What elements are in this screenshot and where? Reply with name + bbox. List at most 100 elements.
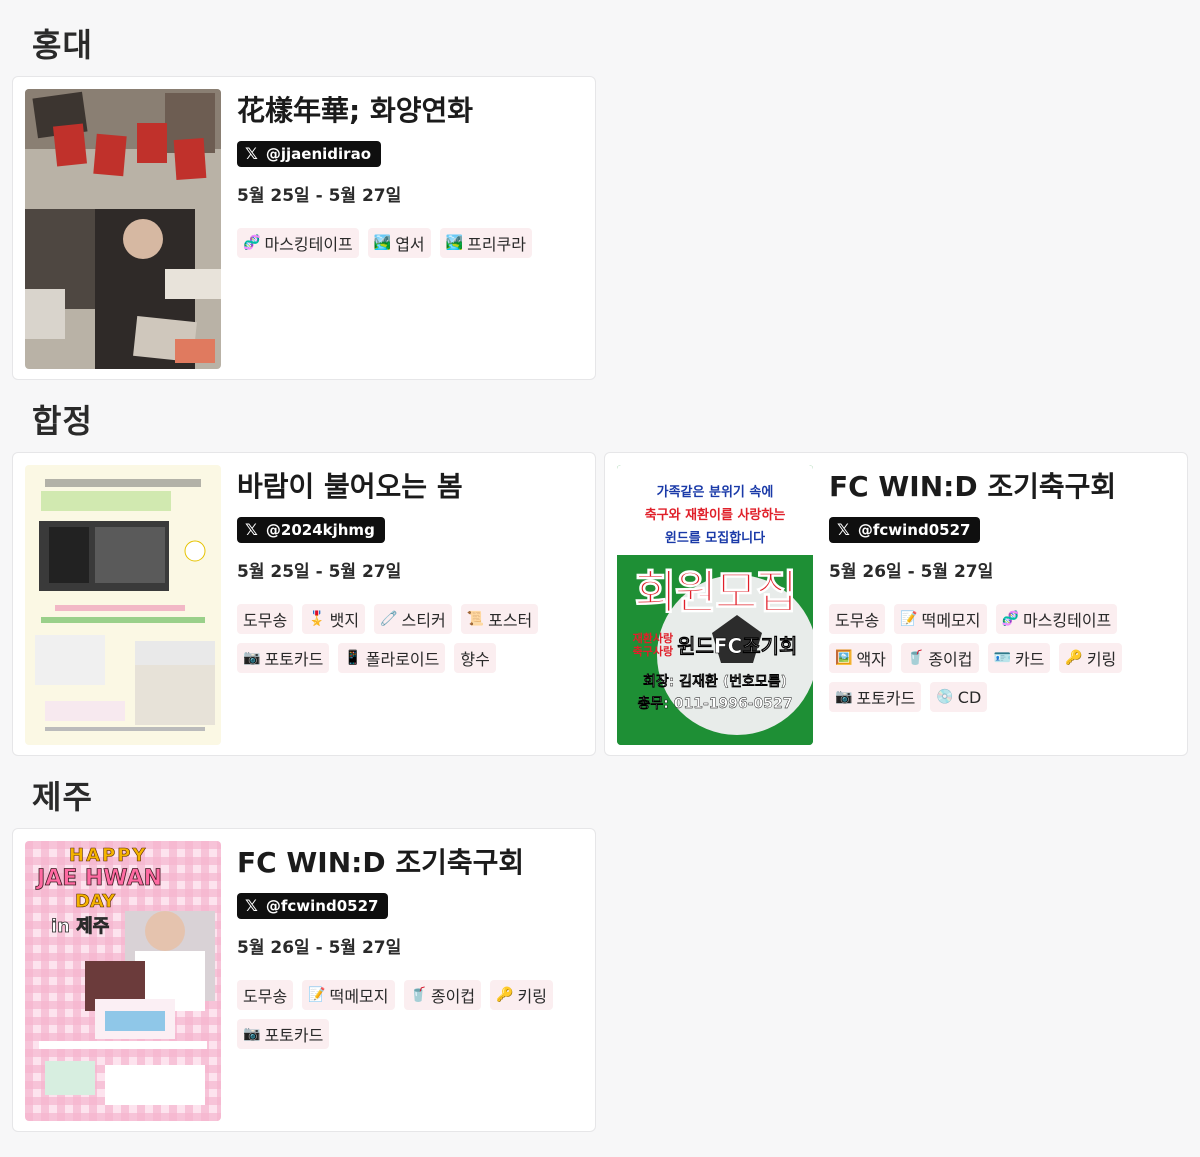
goods-tag-label: 프리쿠라 bbox=[467, 235, 526, 254]
goods-tag-icon: 🧷 bbox=[380, 611, 398, 627]
goods-tag[interactable]: 향수 bbox=[454, 643, 496, 673]
section-title-hapjeong: 합정 bbox=[32, 402, 93, 440]
goods-tag-icon: 🪪 bbox=[993, 650, 1011, 666]
goods-tag-label: 도무송 bbox=[243, 611, 288, 630]
goods-tag[interactable]: 도무송 bbox=[237, 604, 294, 634]
goods-tag-label: 도무송 bbox=[835, 611, 880, 630]
poster-headline: 회원모집 bbox=[634, 565, 798, 620]
goods-tag-label: 포토카드 bbox=[264, 1026, 324, 1045]
poster-text-line: 윈드FC조기회 bbox=[677, 634, 798, 659]
poster-text-line: DAY bbox=[75, 891, 116, 913]
goods-tag-label: 카드 bbox=[1014, 650, 1045, 669]
goods-tag-list: 도무송 📝 떡메모지 🧬 마스킹테이프 🖼️ 액자 🥤 종이컵 🪪 카드 🔑 키링 📷 포토카드 💿 CD bbox=[829, 604, 1175, 712]
goods-tag-icon: 🖼️ bbox=[835, 650, 853, 666]
x-handle-text: @fcwind0527 bbox=[857, 521, 971, 539]
poster-text-line: 재환사랑 bbox=[632, 631, 674, 645]
x-handle-text: @2024kjhmg bbox=[265, 521, 375, 539]
poster-text-line: JAE HWAN bbox=[37, 866, 163, 892]
x-handle-text: @jjaenidirao bbox=[265, 145, 371, 163]
x-logo-icon: 𝕏 bbox=[245, 896, 258, 915]
poster-text-line: HAPPY bbox=[69, 845, 148, 867]
goods-tag-label: 마스킹테이프 bbox=[264, 235, 353, 254]
event-title: FC WIN:D 조기축구회 bbox=[829, 470, 1117, 503]
goods-tag-icon: 📷 bbox=[835, 689, 853, 705]
goods-tag-icon: 🧬 bbox=[1001, 611, 1019, 627]
goods-tag[interactable]: 🏞️ 엽서 bbox=[367, 228, 431, 258]
goods-tag[interactable]: 📜 포스터 bbox=[460, 604, 539, 634]
goods-tag-icon: 🔑 bbox=[496, 987, 514, 1003]
goods-tag-icon: 🥤 bbox=[409, 987, 427, 1003]
goods-tag-label: 떡메모지 bbox=[329, 987, 389, 1006]
goods-tag[interactable]: 🥤 종이컵 bbox=[403, 980, 482, 1010]
goods-tag-label: 마스킹테이프 bbox=[1022, 611, 1112, 630]
goods-tag[interactable]: 📝 떡메모지 bbox=[894, 604, 987, 634]
goods-tag-label: 엽서 bbox=[395, 235, 425, 254]
event-card[interactable]: 바람이 불어오는 봄 𝕏 @2024kjhmg 5월 25일 - 5월 27일 도… bbox=[12, 452, 596, 756]
goods-tag-icon: 🏞️ bbox=[373, 235, 392, 251]
event-card[interactable]: 가족같은 분위기 속에 축구와 재환이를 사랑하는 윈드를 모집합니다 회원모집… bbox=[604, 452, 1188, 756]
poster-text-line: 가족같은 분위기 속에 bbox=[656, 485, 774, 500]
poster-text-line: 윈드를 모집합니다 bbox=[664, 531, 766, 546]
x-handle-badge[interactable]: 𝕏 @fcwind0527 bbox=[829, 517, 981, 543]
goods-tag[interactable]: 도무송 bbox=[829, 604, 886, 634]
poster-text-line: 회장: 김재환 (번호모름) bbox=[642, 674, 788, 690]
x-handle-badge[interactable]: 𝕏 @fcwind0527 bbox=[237, 893, 389, 919]
section-title-jeju: 제주 bbox=[32, 778, 93, 816]
goods-tag[interactable]: 도무송 bbox=[237, 980, 294, 1010]
goods-tag-icon: 🏞️ bbox=[445, 235, 464, 251]
goods-tag[interactable]: 🪪 카드 bbox=[987, 643, 1051, 673]
event-poster-image bbox=[25, 465, 221, 745]
x-handle-text: @fcwind0527 bbox=[265, 897, 379, 915]
goods-tag-label: 향수 bbox=[460, 650, 490, 669]
goods-tag[interactable]: 📷 포토카드 bbox=[237, 643, 330, 673]
event-title: FC WIN:D 조기축구회 bbox=[237, 846, 525, 879]
goods-tag-icon: 📜 bbox=[466, 611, 485, 627]
section-title-hongdae: 홍대 bbox=[32, 26, 93, 64]
poster-text-line: 축구와 재환이를 사랑하는 bbox=[644, 508, 786, 523]
x-logo-icon: 𝕏 bbox=[245, 520, 258, 539]
goods-tag-icon: 🎖️ bbox=[308, 611, 326, 627]
goods-tag[interactable]: 🧷 스티커 bbox=[374, 604, 452, 634]
goods-tag-list: 도무송 📝 떡메모지 🥤 종이컵 🔑 키링 📷 포토카드 bbox=[237, 980, 583, 1049]
event-poster-image bbox=[25, 89, 221, 369]
goods-tag-label: 포토카드 bbox=[264, 650, 324, 669]
goods-tag-icon: 🥤 bbox=[906, 650, 925, 666]
goods-tag[interactable]: 💿 CD bbox=[930, 682, 988, 712]
event-dates: 5월 25일 - 5월 27일 bbox=[237, 186, 402, 206]
event-poster-image: 가족같은 분위기 속에 축구와 재환이를 사랑하는 윈드를 모집합니다 회원모집… bbox=[617, 465, 813, 745]
goods-tag[interactable]: 🥤 종이컵 bbox=[900, 643, 979, 673]
goods-tag[interactable]: 🔑 키링 bbox=[490, 980, 553, 1010]
goods-tag-label: 액자 bbox=[856, 650, 886, 669]
goods-tag-label: CD bbox=[957, 687, 982, 707]
goods-tag[interactable]: 🏞️ 프리쿠라 bbox=[439, 228, 532, 258]
x-handle-badge[interactable]: 𝕏 @jjaenidirao bbox=[237, 141, 381, 167]
goods-tag[interactable]: 📝 떡메모지 bbox=[302, 980, 395, 1010]
event-poster-image: HAPPY JAE HWAN DAY in 제주 bbox=[25, 841, 221, 1121]
poster-text-line: in 제주 bbox=[51, 916, 110, 938]
goods-tag-label: 키링 bbox=[1086, 650, 1117, 669]
poster-text-line: 축구사랑 bbox=[632, 644, 674, 658]
goods-tag-icon: 💿 bbox=[936, 689, 954, 705]
goods-tag-icon: 📷 bbox=[243, 650, 261, 666]
event-dates: 5월 26일 - 5월 27일 bbox=[829, 562, 994, 582]
poster-text-line: 총무: 011-1996-0527 bbox=[637, 696, 793, 712]
event-title: 花樣年華; 화양연화 bbox=[237, 94, 473, 127]
goods-tag-icon: 📝 bbox=[308, 987, 326, 1003]
goods-tag-label: 떡메모지 bbox=[921, 611, 981, 630]
goods-tag[interactable]: 📱 폴라로이드 bbox=[338, 643, 446, 673]
event-title: 바람이 불어오는 봄 bbox=[237, 470, 463, 503]
goods-tag-label: 종이컵 bbox=[430, 987, 476, 1006]
event-card[interactable]: 花樣年華; 화양연화 𝕏 @jjaenidirao 5월 25일 - 5월 27일… bbox=[12, 76, 596, 380]
goods-tag-label: 포토카드 bbox=[856, 689, 916, 708]
goods-tag[interactable]: 🧬 마스킹테이프 bbox=[237, 228, 359, 258]
goods-tag[interactable]: 🔑 키링 bbox=[1059, 643, 1123, 673]
goods-tag-label: 스티커 bbox=[401, 611, 446, 630]
goods-tag[interactable]: 📷 포토카드 bbox=[237, 1019, 330, 1049]
goods-tag[interactable]: 📷 포토카드 bbox=[829, 682, 922, 712]
goods-tag[interactable]: 🎖️ 뱃지 bbox=[302, 604, 366, 634]
x-handle-badge[interactable]: 𝕏 @2024kjhmg bbox=[237, 517, 385, 543]
goods-tag[interactable]: 🧬 마스킹테이프 bbox=[995, 604, 1118, 634]
goods-tag-icon: 📱 bbox=[344, 650, 362, 666]
event-card[interactable]: HAPPY JAE HWAN DAY in 제주 FC WIN:D 조기축구회 … bbox=[12, 828, 596, 1132]
goods-tag[interactable]: 🖼️ 액자 bbox=[829, 643, 892, 673]
